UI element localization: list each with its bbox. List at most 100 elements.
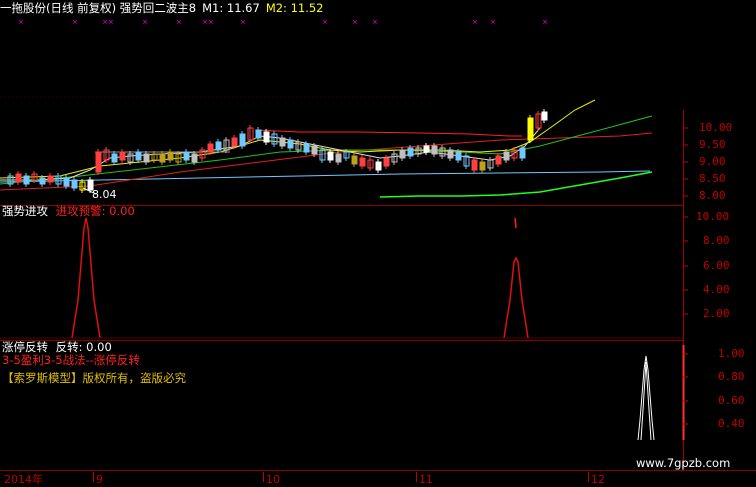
signal-marker: ×	[102, 18, 108, 26]
candle-body	[407, 147, 414, 157]
candle-body	[71, 179, 78, 189]
candle-body	[471, 159, 478, 171]
candle-body	[167, 151, 174, 161]
signal-marker: ×	[352, 18, 358, 26]
candle-body	[541, 111, 548, 121]
resistance-line	[254, 129, 522, 137]
candle-body	[63, 177, 70, 187]
signal-marker: ×	[542, 18, 548, 26]
signal-marker: ×	[372, 18, 378, 26]
candle-body	[503, 151, 510, 161]
candle-body	[143, 153, 150, 163]
attack-signal-spike-2	[503, 256, 529, 339]
signal-markers: × × × × × × × × × × × × × × ×	[18, 18, 548, 26]
candle-body	[183, 151, 190, 161]
attack-signal-tick	[514, 217, 517, 229]
candle-body	[495, 155, 502, 165]
signal-marker: ×	[202, 18, 208, 26]
candle-body	[383, 157, 390, 167]
candle-body	[239, 133, 246, 147]
reversal-indicator-value: 反转: 0.00	[55, 340, 112, 354]
candle-body	[359, 157, 366, 167]
price-panel	[0, 99, 653, 198]
mid-y-tick-10: 10.00	[696, 210, 730, 223]
candle-body	[231, 137, 238, 147]
xaxis-mark-10	[263, 472, 264, 482]
reversal-indicator-name: 涨停反转	[2, 340, 48, 354]
signal-marker: ×	[176, 18, 182, 26]
mid-y-tick-4: 4.00	[703, 283, 730, 296]
y-tick-9.50: 9.50	[699, 138, 726, 151]
xaxis-label-11: 11	[419, 473, 433, 486]
candle-body	[279, 137, 286, 147]
mid-panel-header: 强势进攻 进攻预警: 0.00	[2, 204, 135, 218]
candle-body	[431, 145, 438, 155]
candle-body	[95, 151, 102, 173]
candle-body	[375, 161, 382, 171]
ma-bright-green-line	[379, 171, 653, 198]
mid-y-tick-8: 8.00	[703, 234, 730, 247]
candle-body	[263, 131, 270, 143]
signal-marker: ×	[472, 18, 478, 26]
y-tick-8.50: 8.50	[699, 172, 726, 185]
signal-marker: ×	[142, 18, 148, 26]
candle-body	[327, 151, 334, 161]
candle-body	[119, 151, 126, 161]
watermark: www.7gpzb.com	[636, 456, 731, 470]
y-tick-9.00: 9.00	[699, 155, 726, 168]
xaxis-label-year: 2014年	[4, 473, 43, 486]
candle-body	[135, 151, 142, 161]
signal-marker: ×	[108, 18, 114, 26]
candle-body	[111, 153, 118, 163]
signal-marker: ×	[72, 18, 78, 26]
xaxis-label-12: 12	[591, 473, 605, 486]
signal-marker: ×	[18, 18, 24, 26]
candle-body	[255, 129, 262, 139]
bottom-y-tick-0.40: 0.40	[718, 417, 745, 430]
mid-y-tick-6: 6.00	[703, 259, 730, 272]
candle-body	[159, 153, 166, 163]
candle-body	[519, 147, 526, 159]
candle-body	[47, 175, 54, 183]
candle-body	[23, 175, 30, 185]
candle-body	[311, 145, 318, 155]
candle-body	[15, 173, 22, 183]
candle-body	[423, 145, 430, 153]
candle-body	[455, 151, 462, 161]
candle-body	[215, 141, 222, 151]
signal-marker: ×	[322, 18, 328, 26]
candle-body	[447, 149, 454, 159]
attack-indicator-name: 强势进攻	[2, 204, 48, 218]
y-tick-8.00: 8.00	[699, 189, 726, 202]
bottom-y-tick-1.00: 1.00	[718, 347, 745, 360]
signal-marker: ×	[490, 18, 496, 26]
candle-body	[39, 177, 46, 185]
bottom-panel-header: 涨停反转 反转: 0.00	[2, 340, 112, 354]
candle-body	[479, 161, 486, 171]
mid-y-tick-2: 2.00	[703, 307, 730, 320]
strategy-line: 3-5盈利3-5战法--涨停反转	[2, 353, 140, 367]
candle-body	[335, 153, 342, 163]
candle-body	[207, 143, 214, 153]
candle-body	[287, 139, 294, 149]
signal-marker: ×	[240, 18, 246, 26]
copyright-line: 【索罗斯模型】版权所有，盗版必究	[2, 371, 186, 385]
bottom-y-tick-0.60: 0.60	[718, 394, 745, 407]
chart-canvas[interactable]: × × × × × × × × × × × × × × ×	[0, 0, 756, 487]
candle-body	[191, 153, 198, 163]
candle-body	[399, 149, 406, 159]
candle-body	[351, 155, 358, 165]
bottom-y-tick-0.80: 0.80	[718, 370, 745, 383]
xaxis-label-10: 10	[266, 473, 280, 486]
signal-marker: ×	[208, 18, 214, 26]
attack-indicator-value: 进攻预警: 0.00	[55, 204, 135, 218]
low-price-label: 8.04	[92, 188, 117, 201]
xaxis-label-9: 9	[96, 473, 103, 486]
attack-signal-spike-1	[71, 217, 101, 339]
candle-body	[303, 143, 310, 153]
y-tick-10.00: 10.00	[699, 121, 733, 134]
xaxis-mark-9	[93, 472, 94, 482]
candle-body	[527, 117, 534, 141]
xaxis-mark-11	[416, 472, 417, 482]
xaxis-mark-12	[588, 472, 589, 482]
